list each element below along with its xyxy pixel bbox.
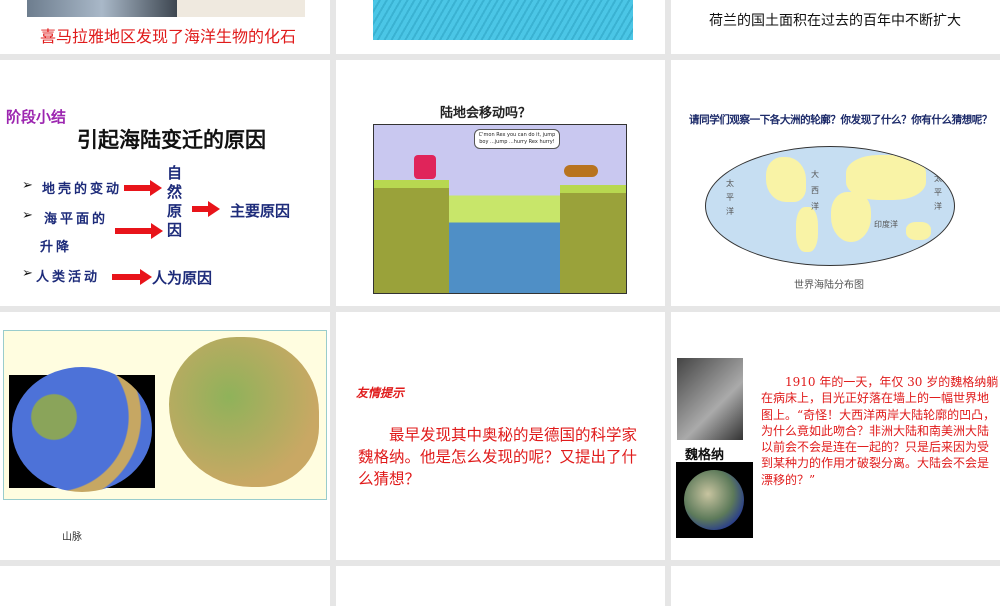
- slide-thumbnail-4[interactable]: 阶段小结 引起海陆变迁的原因 ➢ 地壳的变动 ➢ 海平面的 升降 ➢ 人类活动 …: [0, 60, 330, 306]
- slide-thumbnail-6[interactable]: 请同学们观察一下各大洲的轮廓？你发现了什么？你有什么猜想呢？ 太平洋 大西洋 印…: [671, 60, 1000, 306]
- list-item: 地壳的变动: [42, 182, 123, 197]
- sea-image: [373, 0, 633, 40]
- section-tag: 阶段小结: [6, 108, 67, 126]
- wegener-photo: [677, 358, 743, 440]
- arrow-icon: [112, 269, 152, 285]
- tip-text: 最早发现其中奥秘的是德国的科学家魏格纳。他是怎么发现的呢？又提出了什么猜想？: [358, 426, 638, 488]
- slide-title: 引起海陆变迁的原因: [77, 128, 266, 152]
- wegener-name: 魏格纳: [685, 448, 725, 463]
- slide-thumbnail-10[interactable]: [0, 566, 330, 606]
- human-cause: 人为原因: [152, 269, 213, 287]
- natural-cause: 自然原因: [167, 164, 183, 239]
- slide-title: 陆地会移动吗？: [440, 106, 532, 121]
- cartoon-image: C'mon Rex you can do it, jump boy ...jum…: [373, 124, 627, 294]
- globe-image: [9, 367, 155, 492]
- map-caption: 世界海陆分布图: [794, 280, 864, 291]
- arrow-icon: [192, 201, 220, 217]
- slide-thumbnail-5[interactable]: 陆地会移动吗？ C'mon Rex you can do it, jump bo…: [336, 60, 665, 306]
- rock-photo: [27, 0, 177, 17]
- main-cause: 主要原因: [230, 202, 291, 220]
- slide-thumbnail-3[interactable]: 荷兰的国土面积在过去的百年中不断扩大: [671, 0, 1000, 54]
- map-caption: 山脉: [62, 532, 82, 543]
- slide-caption: 喜马拉雅地区发现了海洋生物的化石: [40, 27, 297, 46]
- slide-thumbnail-7[interactable]: 山脉: [0, 312, 330, 560]
- speech-bubble: C'mon Rex you can do it, jump boy ...jum…: [474, 129, 560, 149]
- list-item: 升降: [40, 240, 73, 255]
- slide-thumbnail-12[interactable]: [671, 566, 1000, 606]
- world-map: 太平洋 大西洋 印度洋 太平洋: [705, 146, 955, 266]
- tip-tag: 友情提示: [356, 386, 405, 400]
- list-item: 人类活动: [36, 270, 101, 285]
- slide-thumbnail-1[interactable]: 喜马拉雅地区发现了海洋生物的化石: [0, 0, 330, 54]
- list-item: 海平面的: [44, 212, 109, 227]
- slide-thumbnail-11[interactable]: [336, 566, 665, 606]
- arrow-icon: [115, 223, 163, 239]
- fossil-drawing: [177, 0, 305, 17]
- slide-thumbnail-9[interactable]: 魏格纳 1910 年的一天，年仅 30 岁的魏格纳躺在病床上，目光正好落在墙上的…: [671, 312, 1000, 560]
- slide-thumbnail-8[interactable]: 友情提示 最早发现其中奥秘的是德国的科学家魏格纳。他是怎么发现的呢？又提出了什么…: [336, 312, 665, 560]
- arrow-icon: [124, 180, 162, 196]
- slide-caption: 荷兰的国土面积在过去的百年中不断扩大: [709, 13, 961, 29]
- globe-image: [676, 462, 753, 538]
- slide-title: 请同学们观察一下各大洲的轮廓？你发现了什么？你有什么猜想呢？: [689, 114, 992, 126]
- story-text: 1910 年的一天，年仅 30 岁的魏格纳躺在病床上，目光正好落在墙上的一幅世界…: [761, 375, 999, 487]
- slide-thumbnail-2[interactable]: [336, 0, 665, 54]
